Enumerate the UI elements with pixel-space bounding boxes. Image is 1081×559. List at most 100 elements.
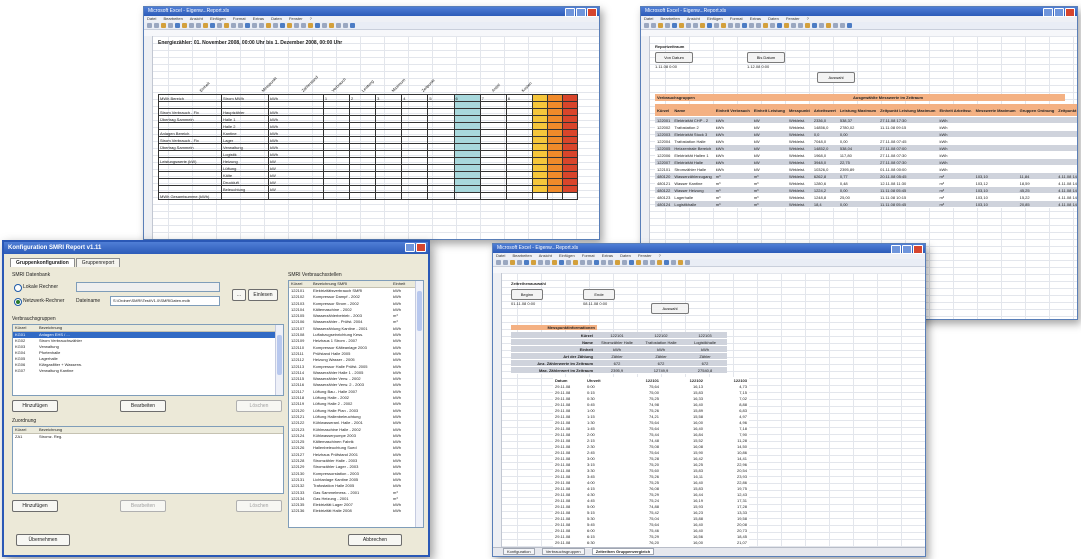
toolbar-icon[interactable]: [651, 23, 656, 28]
menu-item[interactable]: Fenster: [289, 16, 303, 21]
toolbar-icon[interactable]: [531, 260, 536, 265]
edit-assignment-button[interactable]: Bearbeiten: [120, 500, 166, 512]
menu-item[interactable]: Extras: [253, 16, 264, 21]
apply-button[interactable]: Auswahl: [817, 72, 855, 83]
table-cell[interactable]: MWh Bereich: [158, 94, 222, 102]
toolbar-icon[interactable]: [510, 260, 515, 265]
add-group-button[interactable]: Hinzufügen: [12, 400, 58, 412]
toolbar-icon[interactable]: [664, 260, 669, 265]
toolbar-icon[interactable]: [763, 23, 768, 28]
toolbar-icon[interactable]: [294, 23, 299, 28]
toolbar-icon[interactable]: [707, 23, 712, 28]
toolbar-icon[interactable]: [259, 23, 264, 28]
toolbar-icon[interactable]: [566, 260, 571, 265]
maximize-icon[interactable]: [576, 8, 586, 17]
toolbar-icon[interactable]: [805, 23, 810, 28]
local-path-input[interactable]: [76, 282, 220, 292]
list-item[interactable]: KG07 Verwaltung Kantine: [13, 368, 283, 374]
network-path-input[interactable]: S:\Ordner\SMRI\Test\V1.0\SMRIDaten.mdb: [110, 296, 220, 306]
toolbar-icon[interactable]: [559, 260, 564, 265]
menu-item[interactable]: Ansicht: [539, 253, 552, 258]
toolbar-icon[interactable]: [280, 23, 285, 28]
sheet-tab[interactable]: Konfiguration: [503, 548, 535, 555]
table-cell[interactable]: MWh Gesamtsumme (kWh): [158, 192, 222, 200]
menu-item[interactable]: Daten: [768, 16, 779, 21]
menu-item[interactable]: Datei: [147, 16, 156, 21]
toolbar-icon[interactable]: [777, 23, 782, 28]
menu-item[interactable]: ?: [310, 16, 312, 21]
table-row[interactable]: 480120 Wasserzählerzugang m³ m³ Wirkleist. 62…: [655, 172, 1077, 180]
menu-item[interactable]: Einfügen: [559, 253, 575, 258]
minimize-icon[interactable]: [891, 245, 901, 254]
toolbar-icon[interactable]: [154, 23, 159, 28]
toolbar-icon[interactable]: [587, 260, 592, 265]
toolbar-icon[interactable]: [798, 23, 803, 28]
toolbar-icon[interactable]: [350, 23, 355, 28]
toolbar-icon[interactable]: [714, 23, 719, 28]
toolbar-icon[interactable]: [650, 260, 655, 265]
spreadsheet-grid[interactable]: Zeitreihenauswahl Beginn Ende 01.11.08 0…: [493, 273, 925, 556]
toolbar-icon[interactable]: [812, 23, 817, 28]
table-cell[interactable]: Leistungswerte (kW): [158, 157, 222, 165]
toolbar-icon[interactable]: [545, 260, 550, 265]
end-button[interactable]: Ende: [583, 289, 615, 300]
tab-group-config[interactable]: Gruppenkonfiguration: [10, 258, 75, 267]
close-icon[interactable]: [1065, 8, 1075, 17]
toolbar-icon[interactable]: [643, 260, 648, 265]
toolbar-icon[interactable]: [819, 23, 824, 28]
local-radio[interactable]: [14, 284, 22, 292]
groups-list[interactable]: Kürzel Bezeichnung KG01 Anlagen EHS / ...…: [12, 324, 284, 396]
menu-item[interactable]: Fenster: [638, 253, 652, 258]
toolbar-icon[interactable]: [580, 260, 585, 265]
toolbar-icon[interactable]: [168, 23, 173, 28]
table-row[interactable]: 480121 Wasser Kantine m³ m³ Wirkleist. 1280,6…: [655, 179, 1077, 187]
toolbar-icon[interactable]: [657, 260, 662, 265]
delete-assignment-button[interactable]: Löschen: [236, 500, 282, 512]
table-cell[interactable]: [158, 171, 222, 179]
toolbar-icon[interactable]: [629, 260, 634, 265]
table-cell[interactable]: [158, 164, 222, 172]
menu-item[interactable]: Ansicht: [190, 16, 203, 21]
toolbar-icon[interactable]: [608, 260, 613, 265]
add-assignment-button[interactable]: Hinzufügen: [12, 500, 58, 512]
toolbar-icon[interactable]: [679, 23, 684, 28]
toolbar-icon[interactable]: [336, 23, 341, 28]
menu-item[interactable]: Format: [233, 16, 246, 21]
toolbar-icon[interactable]: [756, 23, 761, 28]
table-cell[interactable]: Strom Verbrauch - Fix: [158, 136, 222, 144]
toolbar-icon[interactable]: [238, 23, 243, 28]
scrollbar-thumb[interactable]: [417, 291, 422, 331]
table-cell[interactable]: [158, 150, 222, 158]
table-row[interactable]: 122007 Elektrizität Halle kWh kW Wirkleist. 3…: [655, 158, 1077, 166]
table-cell[interactable]: [158, 178, 222, 186]
toolbar-icon[interactable]: [826, 23, 831, 28]
toolbar-icon[interactable]: [503, 260, 508, 265]
menu-item[interactable]: Daten: [271, 16, 282, 21]
toolbar-icon[interactable]: [672, 23, 677, 28]
menu-item[interactable]: Format: [730, 16, 743, 21]
toolbar-icon[interactable]: [245, 23, 250, 28]
toolbar-icon[interactable]: [847, 23, 852, 28]
toolbar-icon[interactable]: [840, 23, 845, 28]
menu-item[interactable]: Einfügen: [707, 16, 723, 21]
toolbar-icon[interactable]: [252, 23, 257, 28]
table-cell[interactable]: [158, 101, 222, 109]
toolbar-icon[interactable]: [287, 23, 292, 28]
table-row[interactable]: 480123 Lagerhalle m³ m³ Wirkleist. 1248,8 25,0…: [655, 193, 1077, 201]
menu-item[interactable]: ?: [659, 253, 661, 258]
toolbar-icon[interactable]: [749, 23, 754, 28]
apply-button[interactable]: Auswahl: [651, 303, 689, 314]
table-row[interactable]: 122002 Trafostation 2 kWh kW Wirkleist. 14856…: [655, 123, 1077, 131]
toolbar-icon[interactable]: [517, 260, 522, 265]
menu-item[interactable]: Daten: [620, 253, 631, 258]
toolbar-icon[interactable]: [315, 23, 320, 28]
toolbar-icon[interactable]: [552, 260, 557, 265]
toolbar-icon[interactable]: [700, 23, 705, 28]
delete-group-button[interactable]: Löschen: [236, 400, 282, 412]
toolbar-icon[interactable]: [833, 23, 838, 28]
table-cell[interactable]: Strom Verbrauch - Fix: [158, 108, 222, 116]
table-cell[interactable]: Übertrag Sammeln: [158, 143, 222, 151]
toolbar-icon[interactable]: [217, 23, 222, 28]
toolbar-icon[interactable]: [189, 23, 194, 28]
toolbar-icon[interactable]: [678, 260, 683, 265]
